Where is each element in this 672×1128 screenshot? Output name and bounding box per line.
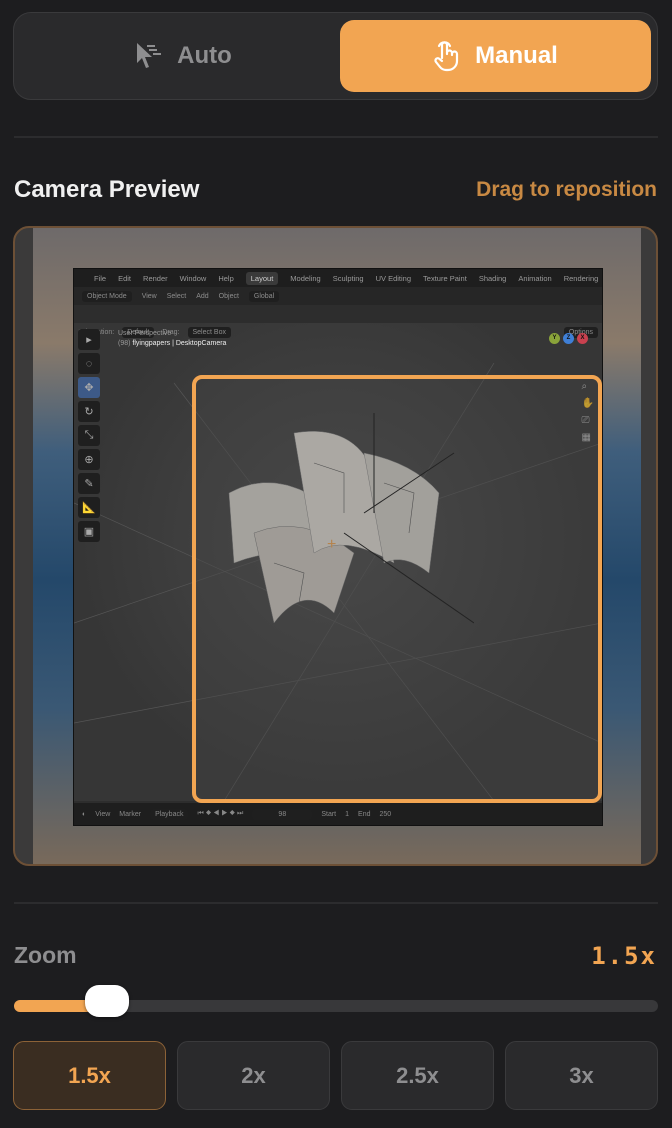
timeline-item: Playback xyxy=(150,808,189,820)
mode-select: Object Mode xyxy=(82,290,132,302)
auto-mode-button[interactable]: Auto xyxy=(28,20,339,92)
end-label: End xyxy=(358,810,371,818)
move-tool-icon: ✥ xyxy=(78,377,100,398)
blender-header: Object Mode View Select Add Object Globa… xyxy=(74,287,602,305)
camera-frame[interactable] xyxy=(192,375,602,803)
playback-controls-icon: ⏮ ◆ ◀ ▶ ◆ ⏭ xyxy=(197,810,244,817)
editor-type-icon: ◐ xyxy=(82,810,87,818)
select-tool-icon: ▸ xyxy=(78,329,100,350)
zoom-preset-2-5x[interactable]: 2.5x xyxy=(341,1041,494,1110)
workspace-tab: UV Editing xyxy=(375,273,412,283)
render-menu: Render xyxy=(143,273,168,283)
manual-mode-button[interactable]: Manual xyxy=(340,20,651,92)
current-frame: 98 xyxy=(252,808,313,820)
zoom-preset-1-5x[interactable]: 1.5x xyxy=(13,1041,166,1110)
timeline-item: View xyxy=(95,810,111,818)
timeline-item: Marker xyxy=(119,810,142,818)
blender-window: File Edit Render Window Help Layout Mode… xyxy=(73,268,603,826)
camera-preview[interactable]: File Edit Render Window Help Layout Mode… xyxy=(13,226,658,866)
zoom-label: Zoom xyxy=(14,942,77,968)
header-item: Select xyxy=(166,292,187,300)
viewport-info: User Perspective (98) flyingpapers | Des… xyxy=(118,329,226,349)
workspace-tab: Animation xyxy=(518,273,552,283)
workspace-tab: Layout xyxy=(245,271,279,285)
object-label: flyingpapers | DesktopCamera xyxy=(132,340,227,347)
workspace-tab: Rendering xyxy=(563,273,599,283)
workspace-tab: Shading xyxy=(478,273,507,283)
zoom-value: 1.5x xyxy=(591,942,657,970)
zoom-preset-3x[interactable]: 3x xyxy=(505,1041,658,1110)
file-menu: File xyxy=(94,273,107,283)
cursor-click-icon xyxy=(137,43,162,68)
zoom-preset-2x[interactable]: 2x xyxy=(177,1041,330,1110)
header-item: View xyxy=(141,292,157,300)
auto-label: Auto xyxy=(177,42,232,69)
transform-select: Global xyxy=(248,290,280,302)
edit-menu: Edit xyxy=(118,273,132,283)
window-menu: Window xyxy=(179,273,207,283)
drag-hint: Drag to reposition xyxy=(476,178,657,201)
annotate-tool-icon: ✎ xyxy=(78,473,100,494)
zoom-slider[interactable] xyxy=(14,985,658,1017)
workspace-tab: Sculpting xyxy=(332,273,364,283)
end-frame: 250 xyxy=(379,810,392,818)
zoom-presets: 1.5x 2x 2.5x 3x xyxy=(13,1041,658,1110)
workspace-tab: Texture Paint xyxy=(423,273,467,283)
axis-gizmo: YZX xyxy=(549,333,588,344)
blender-timeline: ◐ View Marker Playback ⏮ ◆ ◀ ▶ ◆ ⏭ 98 St… xyxy=(74,803,602,825)
manual-label: Manual xyxy=(475,42,558,69)
help-menu: Help xyxy=(218,273,234,283)
toolbar: ▸ ◌ ✥ ↻ ⤡ ⊕ ✎ 📐 ▣ xyxy=(78,329,104,542)
frame-label: (98) xyxy=(118,340,131,347)
perspective-label: User Perspective xyxy=(118,330,172,337)
divider xyxy=(14,902,658,904)
mode-toggle: Auto Manual xyxy=(13,12,658,100)
measure-tool-icon: 📐 xyxy=(78,497,100,518)
hand-pointer-icon xyxy=(434,41,459,72)
section-title: Camera Preview xyxy=(14,176,200,203)
divider xyxy=(14,136,658,138)
add-cube-tool-icon: ▣ xyxy=(78,521,100,542)
zoom-slider-thumb[interactable] xyxy=(85,985,130,1017)
cursor-tool-icon: ◌ xyxy=(78,353,100,374)
rotate-tool-icon: ↻ xyxy=(78,401,100,422)
scale-tool-icon: ⤡ xyxy=(78,425,100,446)
header-item: Object xyxy=(218,292,239,300)
transform-tool-icon: ⊕ xyxy=(78,449,100,470)
start-label: Start xyxy=(321,810,337,818)
start-frame: 1 xyxy=(345,810,350,818)
header-item: Add xyxy=(196,292,209,300)
workspace-tab: Modeling xyxy=(290,273,321,283)
blender-menubar: File Edit Render Window Help Layout Mode… xyxy=(74,269,602,287)
